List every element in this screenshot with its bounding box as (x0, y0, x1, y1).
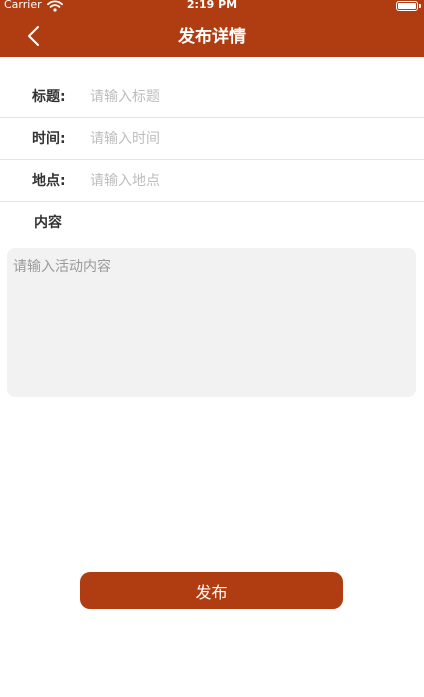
header: Carrier 2:19 PM 发布详情 (0, 0, 424, 57)
publish-button[interactable]: 发布 (80, 572, 343, 609)
location-row: 地点: (0, 160, 424, 202)
nav-bar: 发布详情 (0, 14, 424, 57)
back-button[interactable] (20, 22, 48, 50)
time-input[interactable] (90, 127, 400, 151)
title-row: 标题: (0, 76, 424, 118)
status-bar: Carrier 2:19 PM (0, 0, 424, 14)
time-label: 时间: (32, 131, 66, 147)
page-title: 发布详情 (178, 27, 246, 47)
title-input[interactable] (90, 85, 400, 109)
publish-details-screen: Carrier 2:19 PM 发布详情 标题: 时间: (0, 0, 424, 697)
title-label: 标题: (32, 89, 66, 105)
divider (0, 201, 424, 202)
chevron-left-icon (28, 26, 39, 46)
status-time: 2:19 PM (186, 0, 238, 11)
content-textarea[interactable] (7, 248, 416, 397)
location-input[interactable] (90, 169, 400, 193)
location-label: 地点: (32, 173, 66, 189)
content-label: 内容 (34, 215, 62, 231)
battery-icon (396, 1, 421, 11)
time-row: 时间: (0, 118, 424, 160)
